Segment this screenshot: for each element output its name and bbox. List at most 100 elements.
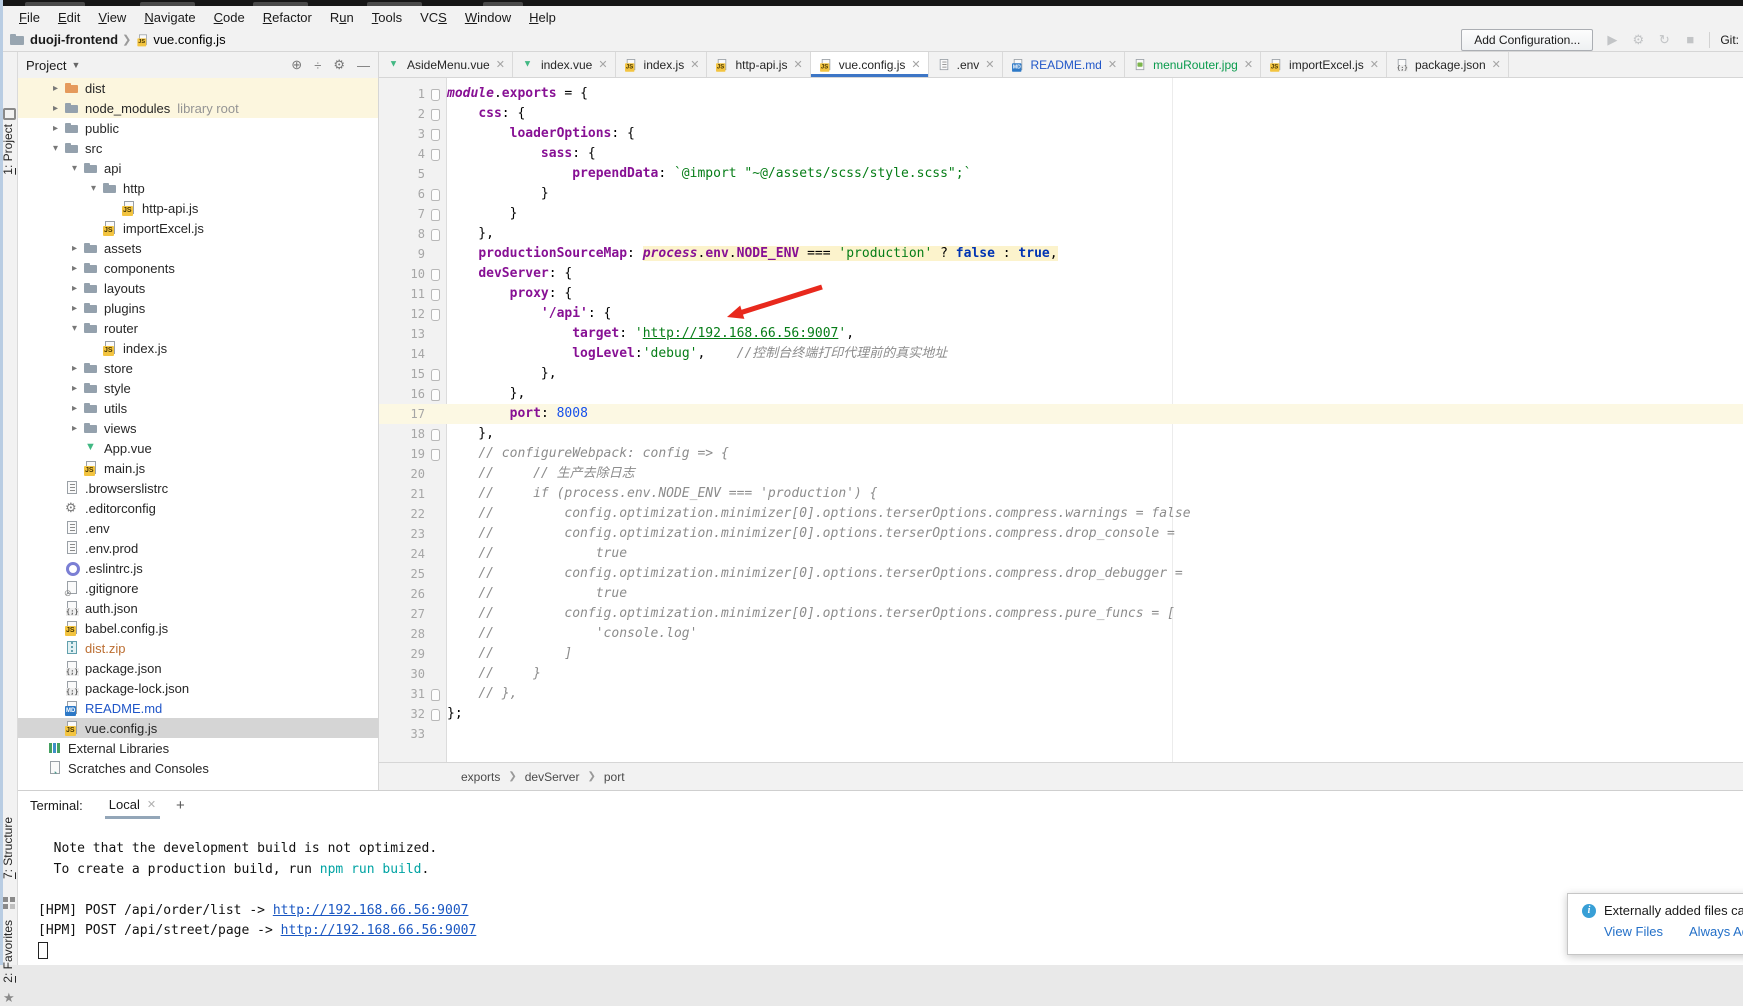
tree-item-importexcel-js[interactable]: importExcel.js [18, 218, 378, 238]
locate-icon[interactable]: ⊕ [291, 57, 302, 73]
tree-item-index-js[interactable]: index.js [18, 338, 378, 358]
code-line-12[interactable]: 12 '/api': { [379, 304, 1743, 324]
git-widget-label[interactable]: Git: [1720, 33, 1739, 47]
code-line-31[interactable]: 31 // }, [379, 684, 1743, 704]
settings-icon[interactable]: ⚙ [333, 57, 345, 73]
tree-item-layouts[interactable]: ▸layouts [18, 278, 378, 298]
terminal-link[interactable]: http://192.168.66.56:9007 [273, 903, 469, 918]
fold-marker-icon[interactable] [431, 109, 440, 121]
close-icon[interactable]: ✕ [985, 58, 994, 71]
close-icon[interactable]: ✕ [496, 58, 505, 71]
tree-item--eslintrc-js[interactable]: .eslintrc.js [18, 558, 378, 578]
editor-breadcrumb-devserver[interactable]: devServer [525, 770, 580, 784]
tab-index-js[interactable]: index.js✕ [616, 52, 708, 77]
tree-item-package-json[interactable]: package.json [18, 658, 378, 678]
close-icon[interactable]: ✕ [1108, 58, 1117, 71]
close-icon[interactable]: ✕ [598, 58, 607, 71]
close-icon[interactable]: ✕ [1370, 58, 1379, 71]
tab-menurouter-jpg[interactable]: menuRouter.jpg✕ [1125, 52, 1261, 77]
close-icon[interactable]: ✕ [911, 58, 920, 71]
tree-item-plugins[interactable]: ▸plugins [18, 298, 378, 318]
code-line-16[interactable]: 16 }, [379, 384, 1743, 404]
code-line-30[interactable]: 30 // } [379, 664, 1743, 684]
menu-file[interactable]: File [10, 10, 49, 25]
tree-item-vue-config-js[interactable]: vue.config.js [18, 718, 378, 738]
code-line-15[interactable]: 15 }, [379, 364, 1743, 384]
tree-item-babel-config-js[interactable]: babel.config.js [18, 618, 378, 638]
menu-navigate[interactable]: Navigate [135, 10, 204, 25]
code-line-26[interactable]: 26 // true [379, 584, 1743, 604]
add-configuration-button[interactable]: Add Configuration... [1461, 29, 1593, 51]
chevron-collapsed-icon[interactable]: ▸ [66, 243, 83, 254]
fold-marker-icon[interactable] [431, 389, 440, 401]
code-line-29[interactable]: 29 // ] [379, 644, 1743, 664]
code-line-13[interactable]: 13 target: 'http://192.168.66.56:9007', [379, 324, 1743, 344]
chevron-collapsed-icon[interactable]: ▸ [66, 363, 83, 374]
tab-http-api-js[interactable]: http-api.js✕ [707, 52, 810, 77]
menu-view[interactable]: View [89, 10, 135, 25]
run-icon[interactable]: ▶ [1603, 32, 1621, 48]
fold-marker-icon[interactable] [431, 129, 440, 141]
tab-importexcel-js[interactable]: importExcel.js✕ [1261, 52, 1387, 77]
chevron-expanded-icon[interactable]: ▾ [85, 183, 102, 194]
code-line-6[interactable]: 6 } [379, 184, 1743, 204]
code-line-11[interactable]: 11 proxy: { [379, 284, 1743, 304]
fold-marker-icon[interactable] [431, 189, 440, 201]
chevron-collapsed-icon[interactable]: ▸ [47, 83, 64, 94]
tool-windows-icon[interactable] [3, 108, 16, 120]
menu-refactor[interactable]: Refactor [254, 10, 321, 25]
notification-action-view-files[interactable]: View Files [1604, 924, 1663, 939]
fold-marker-icon[interactable] [431, 429, 440, 441]
menu-code[interactable]: Code [205, 10, 254, 25]
close-icon[interactable]: ✕ [690, 58, 699, 71]
menu-vcs[interactable]: VCS [411, 10, 456, 25]
chevron-collapsed-icon[interactable]: ▸ [66, 383, 83, 394]
tree-item-node-modules[interactable]: ▸node_moduleslibrary root [18, 98, 378, 118]
tree-item-api[interactable]: ▾api [18, 158, 378, 178]
chevron-collapsed-icon[interactable]: ▸ [47, 103, 64, 114]
code-line-21[interactable]: 21 // if (process.env.NODE_ENV === 'prod… [379, 484, 1743, 504]
fold-marker-icon[interactable] [431, 709, 440, 721]
tree-item-assets[interactable]: ▸assets [18, 238, 378, 258]
code-line-32[interactable]: 32}; [379, 704, 1743, 724]
chevron-collapsed-icon[interactable]: ▸ [66, 423, 83, 434]
tab-vue-config-js[interactable]: vue.config.js✕ [811, 52, 929, 77]
tree-item-dist[interactable]: ▸dist [18, 78, 378, 98]
close-icon[interactable]: ✕ [1244, 58, 1253, 71]
star-icon[interactable]: ★ [3, 990, 15, 1006]
code-line-28[interactable]: 28 // 'console.log' [379, 624, 1743, 644]
settings-icon[interactable]: ⚙ [1629, 32, 1647, 48]
code-line-20[interactable]: 20 // // 生产去除日志 [379, 464, 1743, 484]
refresh-icon[interactable]: ↻ [1655, 32, 1673, 48]
code-line-22[interactable]: 22 // config.optimization.minimizer[0].o… [379, 504, 1743, 524]
code-line-17[interactable]: 17 port: 8008 [379, 404, 1743, 424]
chevron-collapsed-icon[interactable]: ▸ [66, 303, 83, 314]
tree-item-views[interactable]: ▸views [18, 418, 378, 438]
terminal-link[interactable]: http://192.168.66.56:9007 [281, 923, 477, 938]
chevron-expanded-icon[interactable]: ▾ [66, 323, 83, 334]
tree-item-readme-md[interactable]: README.md [18, 698, 378, 718]
close-icon[interactable]: ✕ [1492, 58, 1501, 71]
breadcrumb-file[interactable]: vue.config.js [153, 32, 225, 47]
editor-breadcrumb-exports[interactable]: exports [461, 770, 500, 784]
code-line-25[interactable]: 25 // config.optimization.minimizer[0].o… [379, 564, 1743, 584]
code-line-9[interactable]: 9 productionSourceMap: process.env.NODE_… [379, 244, 1743, 264]
hide-icon[interactable]: — [357, 58, 370, 73]
notification-action-always-add[interactable]: Always Add [1689, 924, 1743, 939]
code-line-3[interactable]: 3 loaderOptions: { [379, 124, 1743, 144]
menu-tools[interactable]: Tools [363, 10, 411, 25]
tree-item--env-prod[interactable]: .env.prod [18, 538, 378, 558]
close-icon[interactable]: ✕ [793, 58, 802, 71]
tree-item-http-api-js[interactable]: http-api.js [18, 198, 378, 218]
tab-readme-md[interactable]: README.md✕ [1003, 52, 1126, 77]
fold-marker-icon[interactable] [431, 229, 440, 241]
breadcrumb-project[interactable]: duoji-frontend [30, 32, 118, 47]
tree-item-external-libraries[interactable]: External Libraries [18, 738, 378, 758]
tree-item-style[interactable]: ▸style [18, 378, 378, 398]
tree-item-src[interactable]: ▾src [18, 138, 378, 158]
fold-marker-icon[interactable] [431, 269, 440, 281]
tree-item--browserslistrc[interactable]: .browserslistrc [18, 478, 378, 498]
tree-item-router[interactable]: ▾router [18, 318, 378, 338]
tree-item-public[interactable]: ▸public [18, 118, 378, 138]
close-icon[interactable]: ✕ [147, 798, 156, 811]
